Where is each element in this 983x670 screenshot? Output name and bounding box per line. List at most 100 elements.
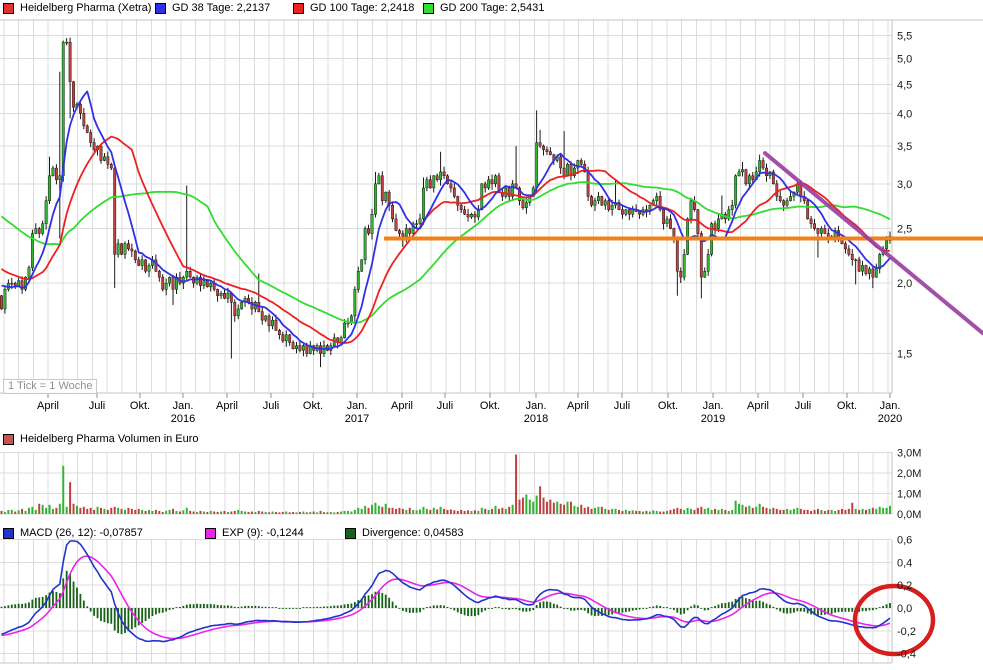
volume-bar [848, 509, 850, 514]
macd-histogram-bar [865, 608, 867, 611]
volume-bar [217, 512, 219, 514]
legend-item-price: Heidelberg Pharma (Xetra) [3, 2, 151, 14]
macd-histogram-bar [488, 608, 490, 609]
tick-note: 1 Tick = 1 Woche [3, 379, 97, 394]
macd-histogram-bar [532, 608, 534, 610]
volume-bar [337, 512, 339, 514]
highlight-circle [855, 586, 933, 654]
macd-histogram-bar [652, 606, 654, 608]
candle-body [59, 176, 61, 180]
volume-bar [151, 511, 153, 514]
volume-bar [145, 511, 147, 514]
candle-body [604, 201, 606, 205]
volume-bar [148, 510, 150, 514]
macd-histogram-bar [508, 608, 510, 610]
volume-bar [76, 506, 78, 514]
volume-bar [851, 503, 853, 514]
volume-bar [395, 509, 397, 514]
macd-histogram-bar [169, 608, 171, 610]
macd-histogram-bar [525, 608, 527, 612]
volume-bar [494, 506, 496, 514]
macd-swatch [3, 528, 14, 539]
macd-histogram-bar [474, 608, 476, 616]
candle-body [638, 211, 640, 214]
macd-axis-label: 0,4 [897, 557, 912, 569]
macd-histogram-bar [786, 608, 788, 614]
macd-histogram-bar [93, 608, 95, 616]
macd-histogram-bar [4, 606, 6, 608]
candle-body [141, 260, 143, 266]
macd-histogram-bar [289, 608, 291, 609]
candle-body [415, 224, 417, 225]
macd-axis-label: 0,2 [897, 580, 912, 592]
volume-bar [69, 482, 71, 514]
macd-histogram-bar [848, 608, 850, 612]
volume-bar [635, 511, 637, 514]
volume-bar [333, 512, 335, 514]
candle-body [625, 210, 627, 215]
volume-bar [90, 508, 92, 514]
volume-bar [292, 512, 294, 514]
candle-body [690, 201, 692, 219]
volume-bar [405, 510, 407, 514]
volume-bar [299, 512, 301, 514]
candle-body [817, 229, 819, 234]
price-axis-label: 5,5 [897, 30, 912, 42]
macd-histogram-bar [683, 608, 685, 614]
volume-bar [134, 510, 136, 514]
candle-body [734, 176, 736, 205]
macd-histogram-bar [553, 604, 555, 608]
macd-histogram-bar [501, 608, 503, 609]
macd-histogram-bar [419, 608, 421, 612]
volume-bar [855, 509, 857, 514]
volume-bar [162, 512, 164, 514]
macd-histogram-bar [423, 608, 425, 609]
stock-chart-canvas: 5,55,04,54,03,53,02,52,01,53,0M2,0M1,0M0… [0, 0, 983, 670]
candle-body [707, 254, 709, 271]
candle-body [422, 188, 424, 219]
candle-body [288, 335, 290, 343]
candle-body [127, 244, 129, 249]
macd-histogram-bar [196, 604, 198, 608]
macd-histogram-bar [261, 607, 263, 608]
macd-axis-label: 0,0 [897, 603, 912, 615]
volume-bar [488, 510, 490, 514]
macd-histogram-bar [251, 606, 253, 608]
candle-body [765, 168, 767, 176]
macd-histogram-bar [385, 595, 387, 608]
volume-bar [584, 508, 586, 514]
volume-bar [196, 512, 198, 514]
month-label: Okt. [658, 400, 678, 412]
macd-histogram-bar [879, 607, 881, 608]
volume-bar [766, 508, 768, 514]
volume-bar [114, 507, 116, 514]
candle-body [282, 335, 284, 341]
macd-histogram-bar [416, 608, 418, 613]
gd38-label: GD 38 Tage: 2,2137 [172, 2, 270, 14]
volume-bar [409, 508, 411, 514]
candle-body [11, 283, 13, 284]
macd-histogram-bar [707, 608, 709, 610]
macd-histogram-bar [762, 602, 764, 608]
volume-bar [371, 505, 373, 514]
candle-body [820, 229, 822, 234]
candle-body [762, 160, 764, 168]
macd-histogram-bar [718, 605, 720, 608]
volume-bar [608, 510, 610, 514]
volume-bar [553, 503, 555, 514]
macd-histogram-bar [676, 608, 678, 613]
volume-bar [306, 512, 308, 514]
month-label: April [37, 400, 59, 412]
volume-bar [230, 512, 232, 514]
volume-bar [172, 509, 174, 514]
volume-bar [834, 511, 836, 514]
macd-histogram-bar [656, 605, 658, 608]
macd-histogram-bar [632, 608, 634, 611]
volume-bar [86, 509, 88, 514]
volume-bar [124, 510, 126, 514]
candle-body [806, 201, 808, 219]
volume-bar [385, 504, 387, 514]
macd-histogram-bar [340, 605, 342, 608]
macd-histogram-bar [539, 602, 541, 608]
macd-histogram-bar [728, 602, 730, 608]
